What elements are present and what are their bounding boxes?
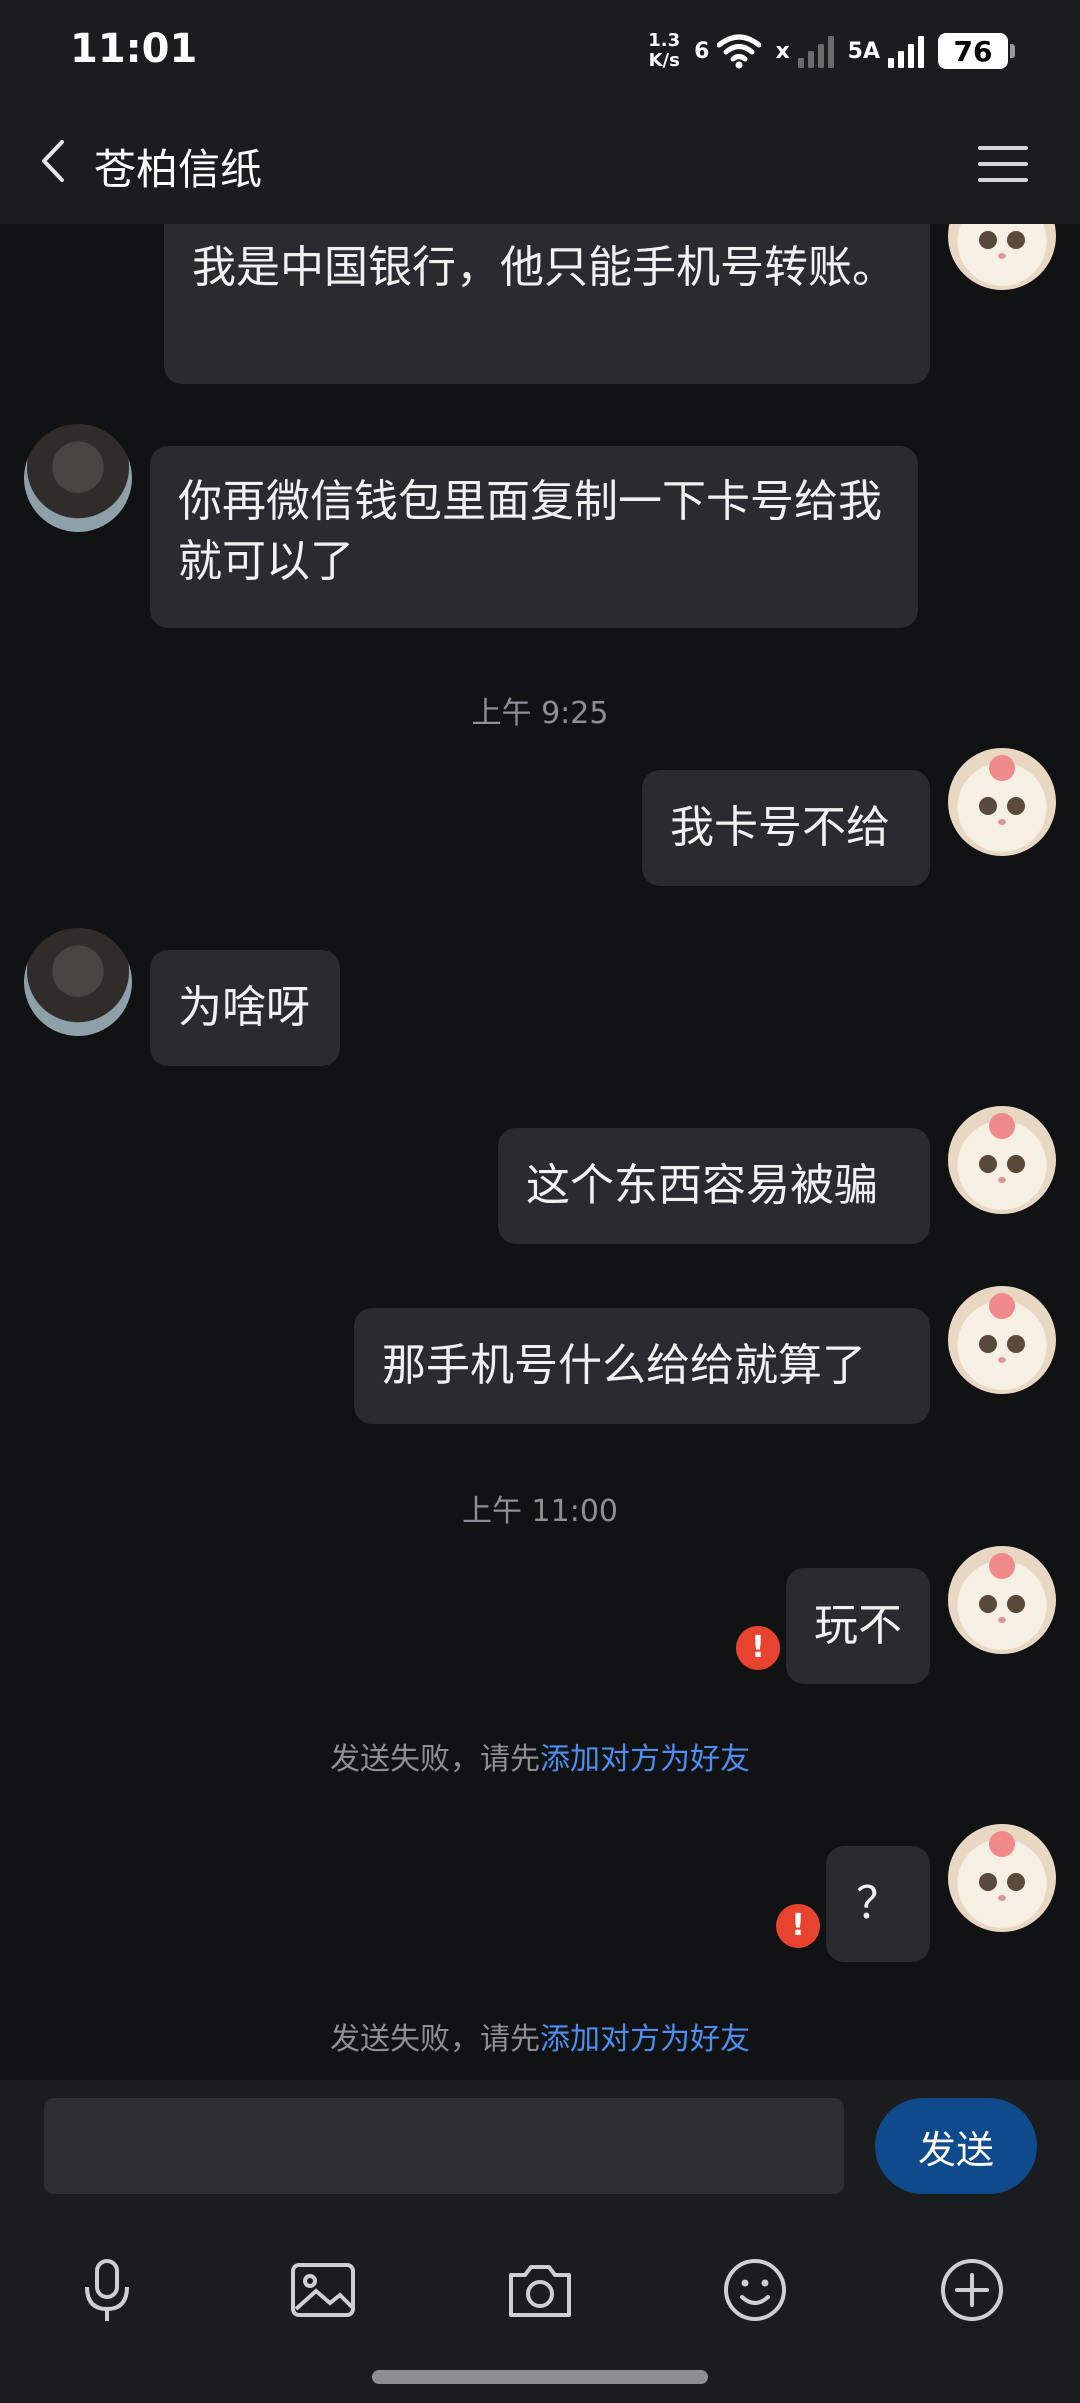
add-friend-link[interactable]: 添加对方为好友 [540,2022,750,2057]
message-text: 为啥呀 [178,982,310,1033]
message-bubble-self[interactable]: 这个东西容易被骗 [498,1128,930,1244]
self-avatar[interactable] [948,224,1056,290]
message-text: 玩不 [814,1600,902,1651]
chat-header: 苍柏信纸 [0,100,1080,224]
message-text: 那手机号什么给给就算了 [382,1340,866,1391]
network-speed-value: 1.3 [648,30,681,51]
timestamp: 上午 9:25 [471,696,609,731]
status-icons: 1.3 K/s 6 x 5A 76 [648,28,1015,74]
send-failed-icon[interactable]: ! [736,1626,780,1670]
message-text: 我卡号不给 [670,802,890,853]
send-failed-notice: 发送失败，请先添加对方为好友 [0,2014,1080,2058]
send-button[interactable]: 发送 [875,2098,1037,2194]
send-failed-notice: 发送失败，请先添加对方为好友 [0,1734,1080,1778]
microphone-icon[interactable] [72,2255,142,2325]
message-text: ？ [856,1878,900,1929]
message-list[interactable]: 我是中国银行，他只能手机号转账。 你再微信钱包里面复制一下卡号给我就可以了 上午… [0,224,1080,2080]
contact-avatar[interactable] [24,424,132,532]
status-bar: 11:01 1.3 K/s 6 x 5A 76 [0,0,1080,100]
timestamp: 上午 11:00 [462,1494,618,1529]
emoji-icon[interactable] [720,2255,790,2325]
message-input[interactable] [44,2098,844,2194]
message-text: 你再微信钱包里面复制一下卡号给我就可以了 [178,476,882,587]
add-friend-link[interactable]: 添加对方为好友 [540,1742,750,1777]
message-bubble-self[interactable]: 玩不 [786,1568,930,1684]
no-sim-badge: x [775,38,790,64]
self-avatar[interactable] [948,748,1056,856]
send-failed-text: 发送失败，请先 [330,1742,540,1777]
message-bubble-self[interactable]: 那手机号什么给给就算了 [354,1308,930,1424]
plus-icon[interactable] [937,2255,1007,2325]
self-avatar[interactable] [948,1824,1056,1932]
message-bubble-other[interactable]: 为啥呀 [150,950,340,1066]
self-avatar[interactable] [948,1546,1056,1654]
message-bubble-self[interactable]: 我卡号不给 [642,770,930,886]
network-type: 5A [847,38,880,64]
image-icon[interactable] [288,2255,358,2325]
composer: 发送 [0,2080,1080,2403]
self-avatar[interactable] [948,1106,1056,1214]
contact-name: 苍柏信纸 [94,145,263,194]
message-bubble-self[interactable]: 我是中国银行，他只能手机号转账。 [164,224,930,384]
send-failed-text: 发送失败，请先 [330,2022,540,2057]
message-text: 这个东西容易被骗 [526,1160,878,1211]
back-icon[interactable] [30,136,80,186]
battery-level: 76 [953,34,993,68]
battery-icon: 76 [938,33,1015,69]
signal-bars-sim1-icon [797,34,834,68]
home-indicator[interactable] [372,2370,708,2384]
contact-avatar[interactable] [24,928,132,1036]
wifi-icon [717,34,762,69]
camera-icon[interactable] [505,2255,575,2325]
wifi-badge: 6 [694,38,710,64]
message-text: 我是中国银行，他只能手机号转账。 [192,242,896,293]
self-avatar[interactable] [948,1286,1056,1394]
send-failed-icon[interactable]: ! [776,1904,820,1948]
signal-bars-sim2-icon [888,34,924,68]
menu-icon[interactable] [976,144,1030,184]
message-bubble-self[interactable]: ？ [826,1846,930,1962]
network-speed: 1.3 K/s [648,31,680,71]
status-time: 11:01 [70,26,198,72]
message-bubble-other[interactable]: 你再微信钱包里面复制一下卡号给我就可以了 [150,446,918,628]
network-speed-unit: K/s [648,50,680,71]
